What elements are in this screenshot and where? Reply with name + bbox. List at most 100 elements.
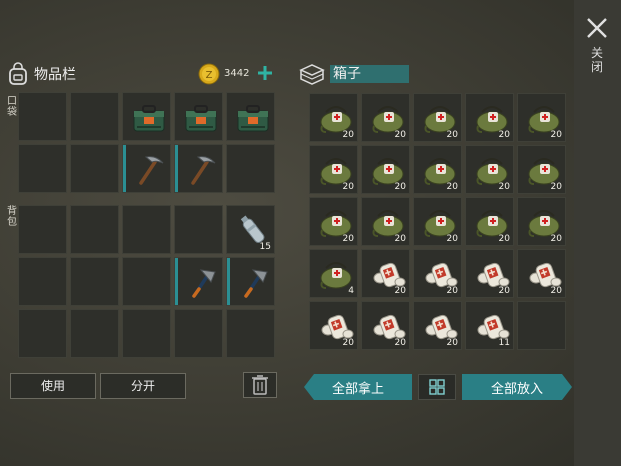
- item-quantity: 20: [394, 286, 406, 296]
- backpack-slot[interactable]: [18, 309, 67, 358]
- backpack-slot[interactable]: 15: [226, 205, 275, 254]
- backpack-slot[interactable]: [226, 257, 275, 306]
- item-quantity: 20: [446, 338, 458, 348]
- backpack-label: 背包: [7, 206, 17, 228]
- item-quantity: 20: [394, 234, 406, 244]
- backpack-slot[interactable]: [122, 257, 171, 306]
- split-button[interactable]: 分开: [100, 373, 186, 399]
- pickaxe-icon: [139, 156, 164, 185]
- close-label[interactable]: 关闭: [590, 46, 604, 74]
- item-quantity: 20: [498, 182, 510, 192]
- pickaxe-icon: [191, 156, 216, 185]
- grid-sort-icon: [429, 379, 445, 395]
- box-slot[interactable]: 20: [361, 145, 410, 194]
- backpack-grid: 15: [18, 205, 275, 358]
- item-quantity: 20: [498, 130, 510, 140]
- backpack-slot[interactable]: [174, 205, 223, 254]
- use-button[interactable]: 使用: [10, 373, 96, 399]
- close-icon[interactable]: [585, 16, 609, 40]
- trash-icon: [252, 375, 268, 395]
- backpack-slot[interactable]: [70, 205, 119, 254]
- box-slot[interactable]: 20: [361, 93, 410, 142]
- box-slot[interactable]: 20: [361, 197, 410, 246]
- backpack-slot[interactable]: [122, 205, 171, 254]
- pocket-slot[interactable]: [18, 144, 67, 193]
- pocket-slot[interactable]: [122, 92, 171, 141]
- box-slot[interactable]: 20: [517, 93, 566, 142]
- box-slot[interactable]: 20: [309, 301, 358, 350]
- box-slot[interactable]: 20: [465, 93, 514, 142]
- box-slot[interactable]: 20: [309, 145, 358, 194]
- item-quantity: 20: [446, 130, 458, 140]
- put-all-button[interactable]: 全部放入: [462, 374, 572, 400]
- backpack-slot[interactable]: [70, 309, 119, 358]
- item-quantity: 11: [498, 338, 510, 348]
- item-quantity: 4: [348, 286, 354, 296]
- box-slot[interactable]: 20: [361, 301, 410, 350]
- item-quantity: 20: [446, 234, 458, 244]
- pocket-slot[interactable]: [122, 144, 171, 193]
- inventory-title: 物品栏: [34, 67, 76, 83]
- item-quantity: 20: [342, 234, 354, 244]
- box-slot[interactable]: 20: [517, 249, 566, 298]
- trash-button[interactable]: [243, 372, 277, 398]
- box-slot[interactable]: 20: [361, 249, 410, 298]
- box-slot[interactable]: 20: [413, 93, 462, 142]
- item-quantity: 20: [550, 234, 562, 244]
- box-slot[interactable]: 20: [309, 197, 358, 246]
- backpack-slot[interactable]: [122, 309, 171, 358]
- backpack-slot[interactable]: [18, 257, 67, 306]
- box-slot[interactable]: 20: [465, 145, 514, 194]
- take-all-button[interactable]: 全部拿上: [304, 374, 412, 400]
- item-quantity: 20: [498, 234, 510, 244]
- pocket-slot[interactable]: [226, 144, 275, 193]
- backpack-slot[interactable]: [174, 257, 223, 306]
- box-slot[interactable]: 4: [309, 249, 358, 298]
- box-slot[interactable]: 20: [413, 249, 462, 298]
- box-slot[interactable]: 20: [517, 197, 566, 246]
- item-quantity: 20: [342, 130, 354, 140]
- box-grid: 20 20 20 20 20 20 20 20 20 20 20 20 20 20 20 4 20 20 20 20 2…: [309, 93, 566, 359]
- item-quantity: 20: [498, 286, 510, 296]
- med-case-icon: [185, 105, 217, 132]
- pocket-label: 口袋: [7, 96, 17, 118]
- box-slot[interactable]: 20: [309, 93, 358, 142]
- pocket-slot[interactable]: [174, 144, 223, 193]
- box-title: 箱子: [330, 65, 409, 83]
- box-slot[interactable]: 20: [517, 145, 566, 194]
- inventory-header: 物品栏: [6, 62, 76, 86]
- med-case-icon: [237, 105, 269, 132]
- pocket-slot[interactable]: [174, 92, 223, 141]
- item-quantity: 20: [394, 130, 406, 140]
- coin-icon: Z: [198, 63, 220, 85]
- item-quantity: 20: [342, 338, 354, 348]
- pocket-slot[interactable]: [70, 144, 119, 193]
- box-slot[interactable]: [517, 301, 566, 350]
- hatchet-icon: [192, 269, 216, 298]
- item-quantity: 20: [342, 182, 354, 192]
- backpack-icon: [9, 62, 27, 85]
- box-slot[interactable]: 20: [413, 197, 462, 246]
- item-quantity: 20: [550, 286, 562, 296]
- item-quantity: 20: [394, 182, 406, 192]
- pocket-slot[interactable]: [18, 92, 67, 141]
- item-quantity: 20: [446, 182, 458, 192]
- pocket-slot[interactable]: [70, 92, 119, 141]
- box-slot[interactable]: 20: [465, 249, 514, 298]
- backpack-slot[interactable]: [18, 205, 67, 254]
- backpack-slot[interactable]: [226, 309, 275, 358]
- box-slot[interactable]: 20: [413, 301, 462, 350]
- box-slot[interactable]: 20: [465, 197, 514, 246]
- pocket-slot[interactable]: [226, 92, 275, 141]
- item-quantity: 15: [259, 242, 271, 252]
- backpack-slot[interactable]: [70, 257, 119, 306]
- item-quantity: 20: [550, 182, 562, 192]
- coin-count: 3442: [224, 68, 250, 79]
- item-quantity: 20: [394, 338, 406, 348]
- backpack-slot[interactable]: [174, 309, 223, 358]
- box-slot[interactable]: 20: [413, 145, 462, 194]
- add-coins-icon[interactable]: [257, 65, 273, 81]
- box-slot[interactable]: 11: [465, 301, 514, 350]
- pocket-grid: [18, 92, 275, 193]
- sort-button[interactable]: [418, 374, 456, 400]
